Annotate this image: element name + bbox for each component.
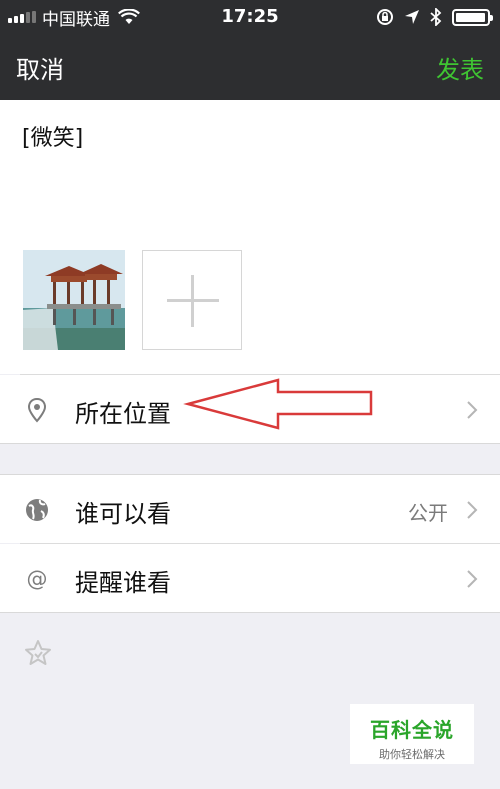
add-photo-button[interactable] bbox=[142, 250, 242, 350]
bluetooth-icon bbox=[430, 8, 442, 26]
chevron-right-icon bbox=[467, 401, 478, 419]
location-arrow-icon bbox=[405, 10, 419, 24]
status-right bbox=[376, 6, 493, 28]
at-icon: @ bbox=[27, 567, 48, 591]
location-row[interactable]: 所在位置 bbox=[0, 375, 500, 443]
star-icon[interactable] bbox=[23, 638, 53, 668]
svg-text:@: @ bbox=[27, 567, 48, 591]
globe-icon bbox=[26, 499, 48, 521]
chevron-right-icon bbox=[467, 570, 478, 588]
nav-bar: 取消 发表 bbox=[0, 34, 500, 100]
watermark-logo: 百科全说 助你轻松解决 bbox=[350, 704, 474, 764]
pavilion-photo bbox=[23, 250, 125, 350]
section-separator bbox=[0, 612, 500, 613]
location-pin-icon bbox=[27, 397, 47, 423]
post-button[interactable]: 发表 bbox=[436, 50, 484, 85]
photo-thumbnail[interactable] bbox=[23, 250, 125, 350]
visibility-value: 公开 bbox=[408, 501, 448, 525]
rotation-lock-icon bbox=[377, 9, 393, 25]
battery-fill bbox=[456, 12, 485, 22]
chevron-right-icon bbox=[467, 501, 478, 519]
remind-label: 提醒谁看 bbox=[75, 569, 171, 597]
compose-text-input[interactable]: [微笑] bbox=[22, 120, 83, 152]
remind-row[interactable]: @ 提醒谁看 bbox=[0, 544, 500, 612]
battery-icon bbox=[452, 8, 493, 26]
visibility-label: 谁可以看 bbox=[75, 500, 171, 528]
location-label: 所在位置 bbox=[75, 400, 171, 428]
cancel-button[interactable]: 取消 bbox=[16, 50, 64, 85]
status-bar: 中国联通 17:25 bbox=[0, 0, 500, 34]
visibility-row[interactable]: 谁可以看 公开 bbox=[0, 475, 500, 543]
watermark-title: 百科全说 bbox=[370, 718, 454, 742]
section-separator bbox=[0, 443, 500, 444]
watermark-subtitle: 助你轻松解决 bbox=[379, 748, 445, 761]
